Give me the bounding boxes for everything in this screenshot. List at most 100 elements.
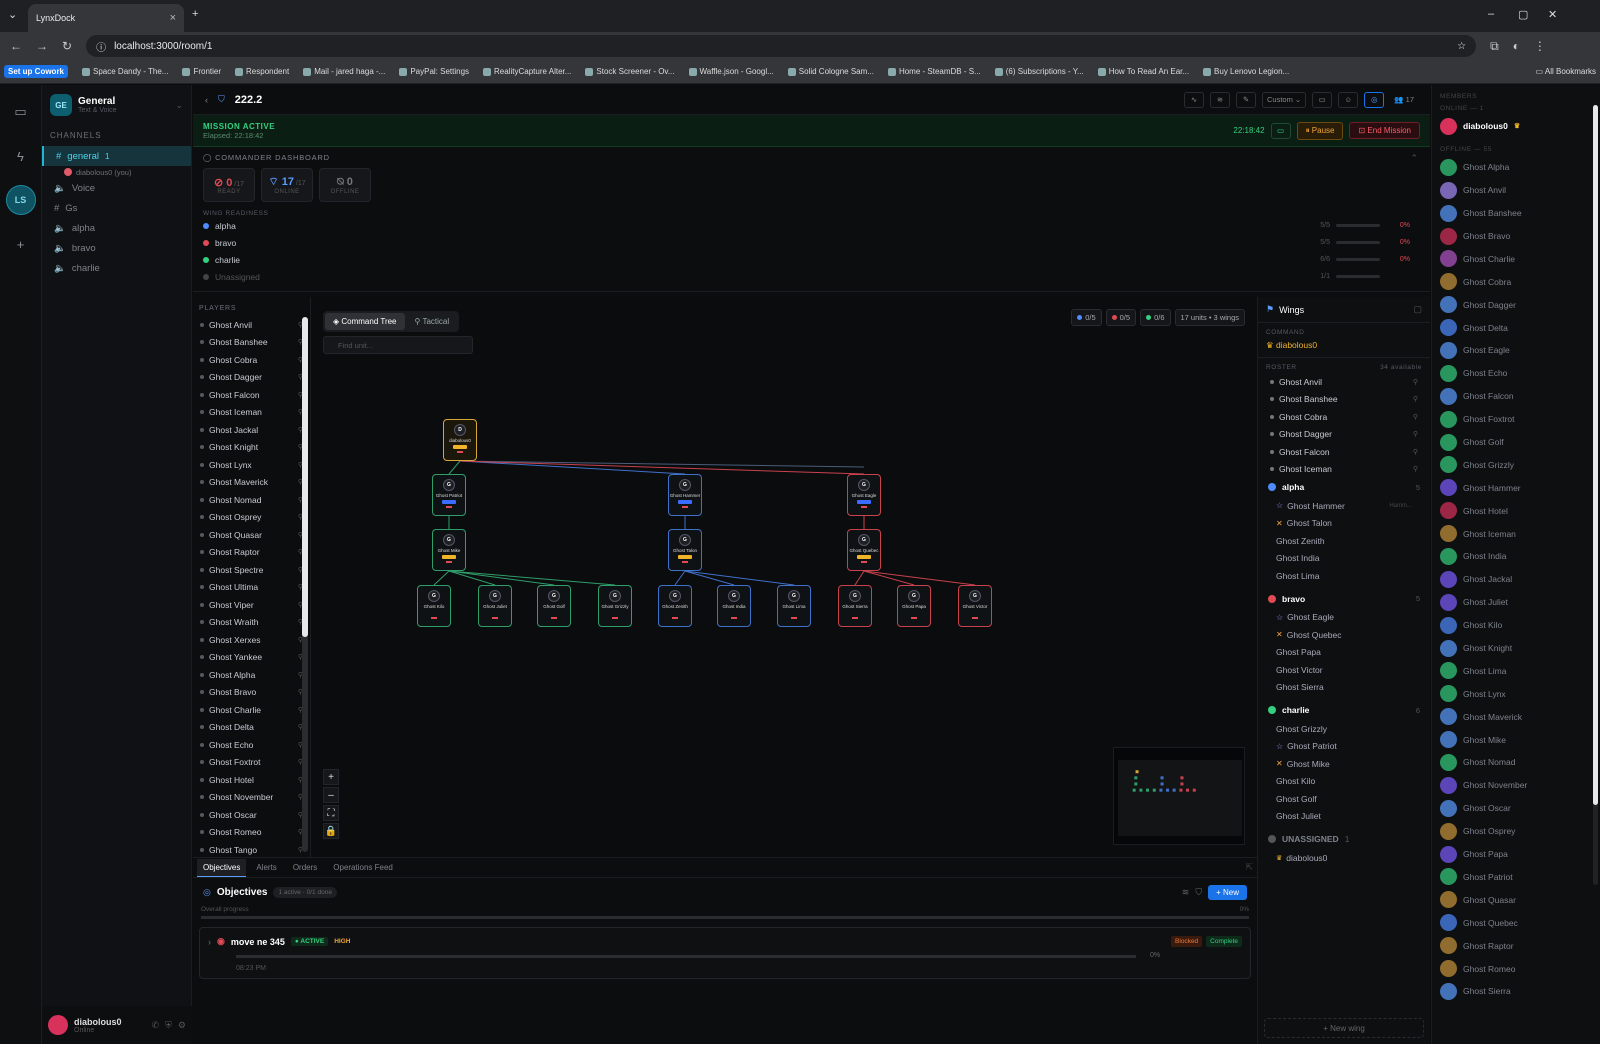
back-icon[interactable]: ←	[10, 39, 22, 53]
member-item[interactable]: Ghost Romeo	[1432, 957, 1600, 980]
player-item[interactable]: Ghost Ultima ⚲	[193, 579, 310, 597]
member-item[interactable]: Ghost Maverick	[1432, 705, 1600, 728]
player-item[interactable]: Ghost Yankee ⚲	[193, 649, 310, 667]
bookmark-star-icon[interactable]: ☆	[1457, 41, 1466, 52]
member-item[interactable]: Ghost Delta	[1432, 316, 1600, 339]
player-item[interactable]: Ghost Oscar ⚲	[193, 806, 310, 824]
filter-icon[interactable]: ⛉	[1195, 887, 1202, 898]
player-item[interactable]: Ghost Dagger ⚲	[193, 369, 310, 387]
activity-button[interactable]: ∿	[1184, 91, 1204, 108]
player-item[interactable]: Ghost Echo ⚲	[193, 736, 310, 754]
member-item[interactable]: Ghost Hammer	[1432, 476, 1600, 499]
wing-member[interactable]: Ghost Papa	[1258, 644, 1430, 662]
user-button[interactable]: ☺	[1338, 91, 1359, 108]
member-item[interactable]: Ghost Quebec	[1432, 911, 1600, 934]
roster-item[interactable]: Ghost Banshee ⚲	[1258, 391, 1430, 409]
member-item[interactable]: Ghost Mike	[1432, 728, 1600, 751]
avatar[interactable]	[48, 1015, 68, 1035]
member-item[interactable]: Ghost Golf	[1432, 431, 1600, 454]
wing-member[interactable]: Ghost Sierra	[1258, 679, 1430, 697]
member-online[interactable]: diabolous0 ♛	[1432, 115, 1600, 138]
roster-item[interactable]: Ghost Dagger ⚲	[1258, 426, 1430, 444]
player-item[interactable]: Ghost Iceman ⚲	[193, 404, 310, 422]
browser-tab[interactable]: LynxDock ×	[28, 4, 184, 32]
close-window-icon[interactable]: ✕	[1548, 8, 1557, 21]
roster-item[interactable]: Ghost Iceman ⚲	[1258, 461, 1430, 473]
panel-toggle-icon[interactable]: ▢	[1413, 304, 1422, 315]
tree-node[interactable]: G Ghost Lima	[777, 585, 811, 627]
wing-group-alpha[interactable]: alpha 5	[1258, 477, 1430, 497]
channel-charlie[interactable]: 🔈 charlie	[42, 258, 191, 278]
wing-member[interactable]: Ghost Victor	[1258, 661, 1430, 679]
chevron-down-icon[interactable]: ⌄	[175, 100, 183, 111]
channel-bravo[interactable]: 🔈 bravo	[42, 238, 191, 258]
member-item[interactable]: Ghost Iceman	[1432, 522, 1600, 545]
assign-icon[interactable]: ⚲	[1413, 413, 1418, 421]
wing-member[interactable]: Ghost Zenith	[1258, 532, 1430, 550]
tree-node[interactable]: G Ghost Juliet	[478, 585, 512, 627]
add-server-icon[interactable]: +	[6, 229, 36, 259]
player-item[interactable]: Ghost November ⚲	[193, 789, 310, 807]
member-item[interactable]: Ghost Eagle	[1432, 339, 1600, 362]
chat-icon[interactable]: ▭	[1270, 122, 1291, 139]
zoom-out-button[interactable]: –	[323, 787, 339, 803]
player-item[interactable]: Ghost Jackal ⚲	[193, 421, 310, 439]
roster-item[interactable]: Ghost Cobra ⚲	[1258, 408, 1430, 426]
new-tab-icon[interactable]: +	[192, 8, 198, 20]
tree-node[interactable]: Ddiabolous0	[443, 419, 477, 461]
members-toggle[interactable]: 👥 17	[1390, 92, 1418, 108]
fit-view-button[interactable]: ⛶	[323, 805, 339, 821]
wing-member[interactable]: Ghost Lima	[1258, 567, 1430, 585]
tree-node[interactable]: G Ghost Eagle	[847, 474, 881, 516]
menu-icon[interactable]: ⋮	[1534, 39, 1546, 53]
wing-member[interactable]: ☆ Ghost Hammer Hamm...	[1258, 497, 1430, 515]
player-item[interactable]: Ghost Viper ⚲	[193, 596, 310, 614]
back-chevron-icon[interactable]: ‹	[205, 95, 208, 105]
wing-member[interactable]: ☆ Ghost Patriot	[1258, 738, 1430, 756]
player-item[interactable]: Ghost Bravo ⚲	[193, 684, 310, 702]
edit-button[interactable]: ✎	[1236, 91, 1256, 108]
new-objective-button[interactable]: + New	[1208, 884, 1247, 900]
extensions-icon[interactable]: ⧉	[1490, 39, 1499, 54]
member-item[interactable]: Ghost Kilo	[1432, 614, 1600, 637]
complete-button[interactable]: Complete	[1206, 936, 1242, 947]
player-item[interactable]: Ghost Xerxes ⚲	[193, 631, 310, 649]
player-item[interactable]: Ghost Alpha ⚲	[193, 666, 310, 684]
site-info-icon[interactable]: ⓘ	[96, 39, 106, 54]
tree-node[interactable]: G Ghost Victor	[958, 585, 992, 627]
wing-member[interactable]: Ghost Grizzly	[1258, 720, 1430, 738]
wing-member[interactable]: Ghost Kilo	[1258, 773, 1430, 791]
bookmark-item[interactable]: Stock Screener - Ov...	[585, 67, 675, 76]
player-item[interactable]: Ghost Romeo ⚲	[193, 824, 310, 842]
wing-member[interactable]: Ghost Juliet	[1258, 808, 1430, 826]
lock-button[interactable]: 🔒	[323, 823, 339, 839]
player-item[interactable]: Ghost Banshee ⚲	[193, 334, 310, 352]
member-item[interactable]: Ghost Hotel	[1432, 499, 1600, 522]
tree-node[interactable]: G Ghost Quebec	[847, 529, 881, 571]
tree-node[interactable]: G Ghost Sierra	[838, 585, 872, 627]
bookmark-item[interactable]: Waffle.json - Googl...	[688, 67, 774, 76]
channel-voice[interactable]: 🔈 Voice	[42, 178, 191, 198]
channel-alpha[interactable]: 🔈 alpha	[42, 218, 191, 238]
member-item[interactable]: Ghost Anvil	[1432, 179, 1600, 202]
player-item[interactable]: Ghost Wraith ⚲	[193, 614, 310, 632]
tab-search-icon[interactable]: ⌄	[8, 8, 17, 21]
phone-icon[interactable]: ✆	[152, 1020, 160, 1031]
member-item[interactable]: Ghost Knight	[1432, 637, 1600, 660]
all-bookmarks[interactable]: ▭ All Bookmarks	[1536, 67, 1596, 76]
member-item[interactable]: Ghost Bravo	[1432, 225, 1600, 248]
members-scrollbar[interactable]	[1593, 105, 1598, 885]
member-item[interactable]: Ghost Falcon	[1432, 385, 1600, 408]
expand-chevron-icon[interactable]: ›	[208, 937, 211, 947]
messages-icon[interactable]: ▭	[6, 97, 36, 127]
blocked-button[interactable]: Blocked	[1171, 936, 1203, 947]
wing-member[interactable]: ✕ Ghost Mike	[1258, 755, 1430, 773]
zoom-in-button[interactable]: +	[323, 769, 339, 785]
forward-icon[interactable]: →	[36, 39, 48, 53]
member-item[interactable]: Ghost Oscar	[1432, 797, 1600, 820]
tab-alerts[interactable]: Alerts	[250, 859, 282, 876]
member-item[interactable]: Ghost Dagger	[1432, 293, 1600, 316]
tree-node[interactable]: G Ghost Hammer	[668, 474, 702, 516]
tab-orders[interactable]: Orders	[287, 859, 323, 876]
tree-node[interactable]: G Ghost Grizzly	[598, 585, 632, 627]
